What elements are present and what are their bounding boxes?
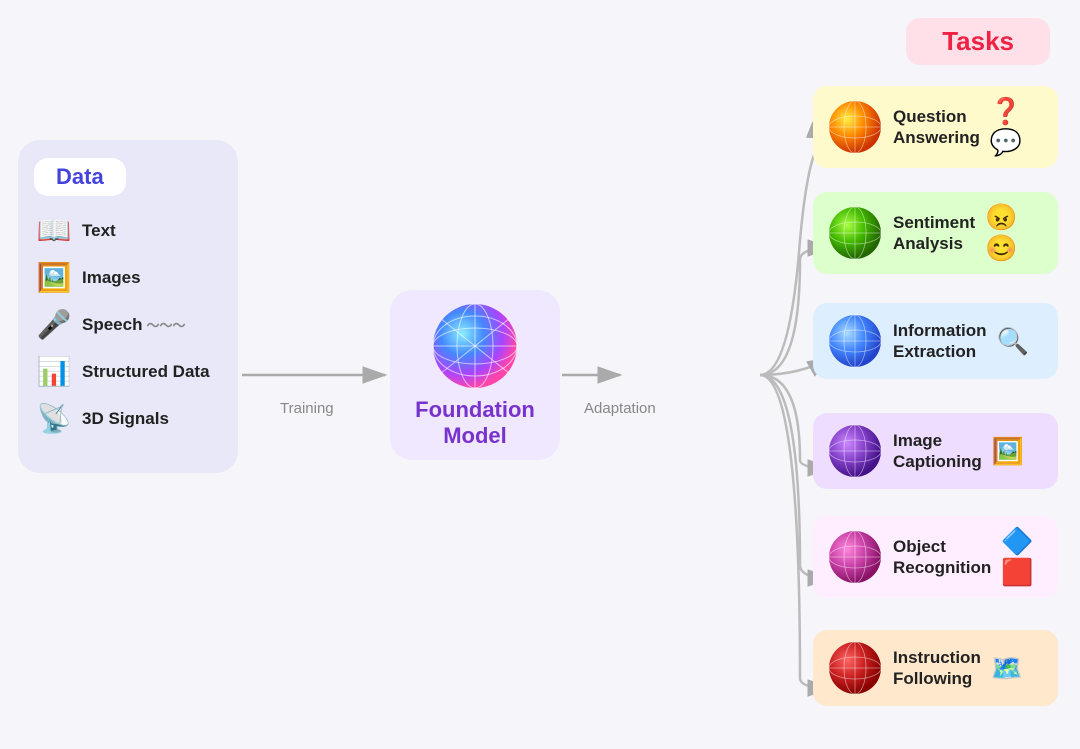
data-item-structured: 📊 Structured Data bbox=[34, 355, 222, 388]
or-icon: 🔷🟥 bbox=[1001, 526, 1044, 588]
task-card-sa: SentimentAnalysis 😠😊 bbox=[813, 192, 1058, 274]
tasks-title: Tasks bbox=[942, 26, 1014, 56]
foundation-model-box: Foundation Model bbox=[390, 290, 560, 460]
data-item-text: 📖 Text bbox=[34, 214, 222, 247]
ic-label: ImageCaptioning bbox=[893, 430, 982, 473]
qa-icon: ❓💬 bbox=[990, 96, 1044, 158]
task-card-ic: ImageCaptioning 🖼️ bbox=[813, 413, 1058, 489]
data-title: Data bbox=[56, 164, 104, 189]
sa-label: SentimentAnalysis bbox=[893, 212, 975, 255]
qa-label: QuestionAnswering bbox=[893, 106, 980, 149]
task-card-if: InstructionFollowing 🗺️ bbox=[813, 630, 1058, 706]
or-sphere-icon bbox=[827, 529, 883, 585]
ie-icon: 🔍 bbox=[997, 326, 1029, 357]
task-card-qa: QuestionAnswering ❓💬 bbox=[813, 86, 1058, 168]
ie-sphere-icon bbox=[827, 313, 883, 369]
structured-label: Structured Data bbox=[82, 362, 210, 382]
ic-icon: 🖼️ bbox=[992, 436, 1024, 467]
data-item-images: 🖼️ Images bbox=[34, 261, 222, 294]
task-card-or: ObjectRecognition 🔷🟥 bbox=[813, 516, 1058, 598]
foundation-sphere-icon bbox=[430, 301, 520, 391]
images-label: Images bbox=[82, 268, 141, 288]
signals-label: 3D Signals bbox=[82, 409, 169, 429]
structured-icon: 📊 bbox=[34, 355, 74, 388]
data-title-box: Data bbox=[34, 158, 126, 196]
adaptation-label: Adaptation bbox=[576, 398, 664, 419]
if-sphere-icon bbox=[827, 640, 883, 696]
data-item-speech: 🎤 Speech 〜〜〜 bbox=[34, 308, 222, 341]
ic-sphere-icon bbox=[827, 423, 883, 479]
data-panel: Data 📖 Text 🖼️ Images 🎤 Speech 〜〜〜 📊 Str… bbox=[18, 140, 238, 473]
qa-sphere-icon bbox=[827, 99, 883, 155]
if-label: InstructionFollowing bbox=[893, 647, 981, 690]
training-label: Training bbox=[272, 398, 342, 419]
or-label: ObjectRecognition bbox=[893, 536, 991, 579]
data-item-signals: 📡 3D Signals bbox=[34, 402, 222, 435]
if-icon: 🗺️ bbox=[991, 653, 1023, 684]
foundation-model-title: Foundation Model bbox=[415, 397, 535, 450]
tasks-title-box: Tasks bbox=[906, 18, 1050, 65]
images-icon: 🖼️ bbox=[34, 261, 74, 294]
sa-sphere-icon bbox=[827, 205, 883, 261]
signals-icon: 📡 bbox=[34, 402, 74, 435]
ie-label: InformationExtraction bbox=[893, 320, 987, 363]
speech-icon: 🎤 bbox=[34, 308, 74, 341]
text-icon: 📖 bbox=[34, 214, 74, 247]
text-label: Text bbox=[82, 221, 116, 241]
speech-label: Speech bbox=[82, 315, 142, 335]
task-card-ie: InformationExtraction 🔍 bbox=[813, 303, 1058, 379]
sa-icon: 😠😊 bbox=[985, 202, 1044, 264]
